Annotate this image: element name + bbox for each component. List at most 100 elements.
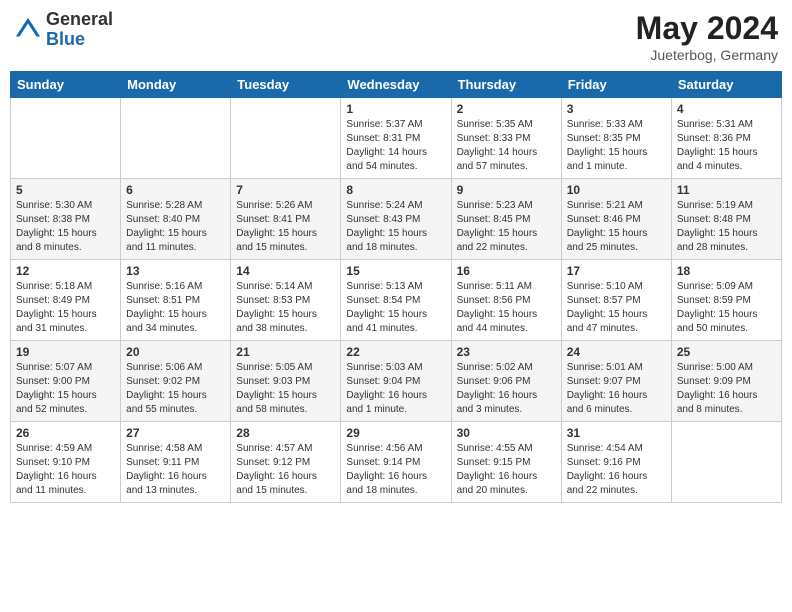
day-cell: 24 Sunrise: 5:01 AM Sunset: 9:07 PM Dayli… [561, 341, 671, 422]
day-number: 2 [457, 102, 556, 116]
day-cell: 23 Sunrise: 5:02 AM Sunset: 9:06 PM Dayli… [451, 341, 561, 422]
day-number: 23 [457, 345, 556, 359]
day-number: 18 [677, 264, 776, 278]
day-info: Sunrise: 5:21 AM Sunset: 8:46 PM Dayligh… [567, 199, 666, 255]
day-info: Sunrise: 5:23 AM Sunset: 8:45 PM Dayligh… [457, 199, 556, 255]
weekday-header-thursday: Thursday [451, 72, 561, 98]
week-row-4: 19 Sunrise: 5:07 AM Sunset: 9:00 PM Dayli… [11, 341, 782, 422]
day-number: 1 [346, 102, 445, 116]
day-info: Sunrise: 5:37 AM Sunset: 8:31 PM Dayligh… [346, 118, 445, 174]
week-row-1: 1 Sunrise: 5:37 AM Sunset: 8:31 PM Daylig… [11, 98, 782, 179]
day-cell [671, 422, 781, 503]
day-info: Sunrise: 4:59 AM Sunset: 9:10 PM Dayligh… [16, 442, 115, 498]
day-cell: 12Sunrise: 5:18 AM Sunset: 8:49 PM Dayli… [11, 260, 121, 341]
day-number: 22 [346, 345, 445, 359]
day-info: Sunrise: 5:30 AM Sunset: 8:38 PM Dayligh… [16, 199, 115, 255]
day-cell: 2 Sunrise: 5:35 AM Sunset: 8:33 PM Daylig… [451, 98, 561, 179]
day-number: 27 [126, 426, 225, 440]
day-cell: 16 Sunrise: 5:11 AM Sunset: 8:56 PM Dayli… [451, 260, 561, 341]
day-cell: 21Sunrise: 5:05 AM Sunset: 9:03 PM Dayli… [231, 341, 341, 422]
page-header: General Blue May 2024 Jueterbog, Germany [10, 10, 782, 63]
day-info: Sunrise: 5:18 AM Sunset: 8:49 PM Dayligh… [16, 280, 115, 336]
weekday-header-row: SundayMondayTuesdayWednesdayThursdayFrid… [11, 72, 782, 98]
day-cell: 4 Sunrise: 5:31 AM Sunset: 8:36 PM Daylig… [671, 98, 781, 179]
weekday-header-wednesday: Wednesday [341, 72, 451, 98]
day-cell: 26Sunrise: 4:59 AM Sunset: 9:10 PM Dayli… [11, 422, 121, 503]
day-cell: 8 Sunrise: 5:24 AM Sunset: 8:43 PM Daylig… [341, 179, 451, 260]
day-cell: 11 Sunrise: 5:19 AM Sunset: 8:48 PM Dayli… [671, 179, 781, 260]
day-number: 21 [236, 345, 335, 359]
weekday-header-friday: Friday [561, 72, 671, 98]
day-cell: 28 Sunrise: 4:57 AM Sunset: 9:12 PM Dayli… [231, 422, 341, 503]
logo-icon [14, 16, 42, 44]
week-row-5: 26Sunrise: 4:59 AM Sunset: 9:10 PM Dayli… [11, 422, 782, 503]
day-number: 5 [16, 183, 115, 197]
day-cell: 3Sunrise: 5:33 AM Sunset: 8:35 PM Daylig… [561, 98, 671, 179]
day-number: 4 [677, 102, 776, 116]
day-number: 9 [457, 183, 556, 197]
logo-blue: Blue [46, 30, 113, 50]
day-info: Sunrise: 4:57 AM Sunset: 9:12 PM Dayligh… [236, 442, 335, 498]
day-cell: 29Sunrise: 4:56 AM Sunset: 9:14 PM Dayli… [341, 422, 451, 503]
day-cell: 14Sunrise: 5:14 AM Sunset: 8:53 PM Dayli… [231, 260, 341, 341]
day-info: Sunrise: 5:24 AM Sunset: 8:43 PM Dayligh… [346, 199, 445, 255]
day-info: Sunrise: 5:03 AM Sunset: 9:04 PM Dayligh… [346, 361, 445, 417]
weekday-header-tuesday: Tuesday [231, 72, 341, 98]
weekday-header-saturday: Saturday [671, 72, 781, 98]
location: Jueterbog, Germany [636, 47, 778, 63]
day-cell: 22 Sunrise: 5:03 AM Sunset: 9:04 PM Dayli… [341, 341, 451, 422]
day-cell: 30 Sunrise: 4:55 AM Sunset: 9:15 PM Dayli… [451, 422, 561, 503]
day-info: Sunrise: 4:55 AM Sunset: 9:15 PM Dayligh… [457, 442, 556, 498]
day-cell [11, 98, 121, 179]
day-cell: 6Sunrise: 5:28 AM Sunset: 8:40 PM Daylig… [121, 179, 231, 260]
day-info: Sunrise: 4:54 AM Sunset: 9:16 PM Dayligh… [567, 442, 666, 498]
day-info: Sunrise: 5:01 AM Sunset: 9:07 PM Dayligh… [567, 361, 666, 417]
day-info: Sunrise: 5:33 AM Sunset: 8:35 PM Dayligh… [567, 118, 666, 174]
day-info: Sunrise: 5:31 AM Sunset: 8:36 PM Dayligh… [677, 118, 776, 174]
day-info: Sunrise: 5:09 AM Sunset: 8:59 PM Dayligh… [677, 280, 776, 336]
title-block: May 2024 Jueterbog, Germany [636, 10, 778, 63]
logo: General Blue [14, 10, 113, 50]
week-row-3: 12Sunrise: 5:18 AM Sunset: 8:49 PM Dayli… [11, 260, 782, 341]
day-cell: 7 Sunrise: 5:26 AM Sunset: 8:41 PM Daylig… [231, 179, 341, 260]
day-number: 25 [677, 345, 776, 359]
day-cell [231, 98, 341, 179]
day-cell: 20Sunrise: 5:06 AM Sunset: 9:02 PM Dayli… [121, 341, 231, 422]
day-cell: 15Sunrise: 5:13 AM Sunset: 8:54 PM Dayli… [341, 260, 451, 341]
day-info: Sunrise: 5:02 AM Sunset: 9:06 PM Dayligh… [457, 361, 556, 417]
day-number: 15 [346, 264, 445, 278]
day-cell: 5 Sunrise: 5:30 AM Sunset: 8:38 PM Daylig… [11, 179, 121, 260]
day-number: 31 [567, 426, 666, 440]
day-cell: 25 Sunrise: 5:00 AM Sunset: 9:09 PM Dayli… [671, 341, 781, 422]
day-cell: 10Sunrise: 5:21 AM Sunset: 8:46 PM Dayli… [561, 179, 671, 260]
day-info: Sunrise: 5:16 AM Sunset: 8:51 PM Dayligh… [126, 280, 225, 336]
month-year: May 2024 [636, 10, 778, 47]
weekday-header-monday: Monday [121, 72, 231, 98]
day-info: Sunrise: 5:35 AM Sunset: 8:33 PM Dayligh… [457, 118, 556, 174]
day-info: Sunrise: 4:56 AM Sunset: 9:14 PM Dayligh… [346, 442, 445, 498]
day-number: 11 [677, 183, 776, 197]
day-number: 24 [567, 345, 666, 359]
day-info: Sunrise: 5:11 AM Sunset: 8:56 PM Dayligh… [457, 280, 556, 336]
logo-text: General Blue [46, 10, 113, 50]
day-number: 7 [236, 183, 335, 197]
day-info: Sunrise: 5:10 AM Sunset: 8:57 PM Dayligh… [567, 280, 666, 336]
day-cell: 19 Sunrise: 5:07 AM Sunset: 9:00 PM Dayli… [11, 341, 121, 422]
day-cell [121, 98, 231, 179]
day-number: 30 [457, 426, 556, 440]
day-number: 19 [16, 345, 115, 359]
day-info: Sunrise: 5:00 AM Sunset: 9:09 PM Dayligh… [677, 361, 776, 417]
day-info: Sunrise: 5:07 AM Sunset: 9:00 PM Dayligh… [16, 361, 115, 417]
day-info: Sunrise: 5:19 AM Sunset: 8:48 PM Dayligh… [677, 199, 776, 255]
day-info: Sunrise: 5:28 AM Sunset: 8:40 PM Dayligh… [126, 199, 225, 255]
day-number: 17 [567, 264, 666, 278]
day-info: Sunrise: 5:14 AM Sunset: 8:53 PM Dayligh… [236, 280, 335, 336]
day-cell: 9 Sunrise: 5:23 AM Sunset: 8:45 PM Daylig… [451, 179, 561, 260]
day-number: 13 [126, 264, 225, 278]
day-info: Sunrise: 5:26 AM Sunset: 8:41 PM Dayligh… [236, 199, 335, 255]
day-number: 16 [457, 264, 556, 278]
day-cell: 13 Sunrise: 5:16 AM Sunset: 8:51 PM Dayli… [121, 260, 231, 341]
day-info: Sunrise: 5:06 AM Sunset: 9:02 PM Dayligh… [126, 361, 225, 417]
day-number: 28 [236, 426, 335, 440]
day-number: 8 [346, 183, 445, 197]
